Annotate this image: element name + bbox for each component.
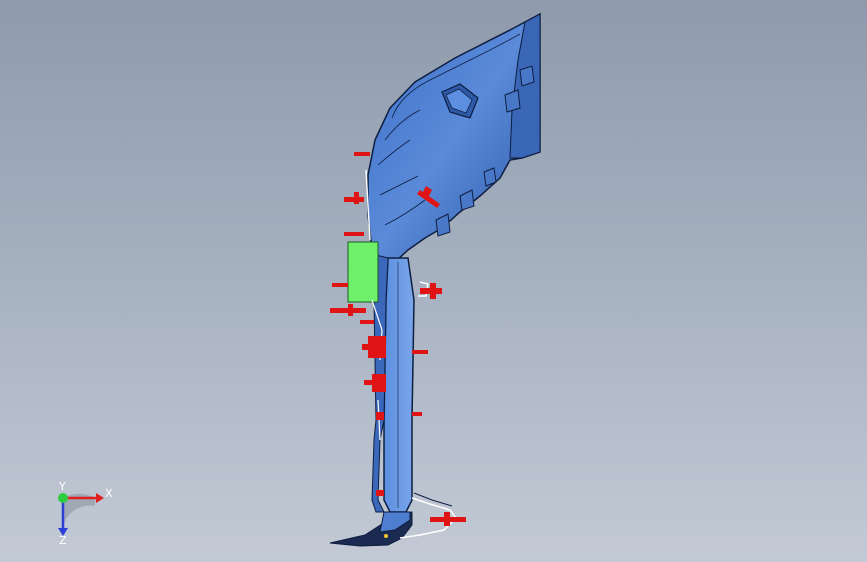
pin-13-head[interactable] — [444, 512, 450, 526]
pin-1[interactable] — [354, 152, 370, 156]
upper-shell[interactable] — [367, 12, 541, 263]
y-axis-dot — [58, 493, 68, 503]
red-block-1-tab[interactable] — [362, 344, 370, 350]
pin-4[interactable] — [332, 283, 348, 287]
x-axis-label: X — [105, 487, 113, 500]
pin-8[interactable] — [412, 350, 428, 354]
pin-9[interactable] — [412, 412, 422, 416]
pin-2-head[interactable] — [354, 192, 359, 204]
z-axis-label: Z — [59, 534, 67, 547]
red-block-2[interactable] — [372, 374, 386, 392]
pin-12-head[interactable] — [430, 283, 436, 299]
cad-viewport[interactable]: X Y Z — [0, 0, 867, 562]
pin-11[interactable] — [376, 490, 384, 496]
y-axis-label: Y — [58, 480, 66, 493]
3d-model-view[interactable] — [0, 0, 867, 562]
pin-5-head[interactable] — [348, 304, 353, 316]
axis-triad: X Y Z — [58, 480, 113, 547]
pin-10[interactable] — [376, 412, 384, 420]
pin-3[interactable] — [344, 232, 364, 236]
marker-dot — [384, 534, 388, 538]
green-block[interactable] — [347, 241, 379, 303]
red-block-1[interactable] — [368, 336, 386, 358]
pin-6[interactable] — [360, 320, 374, 324]
pin-7[interactable] — [364, 380, 374, 385]
